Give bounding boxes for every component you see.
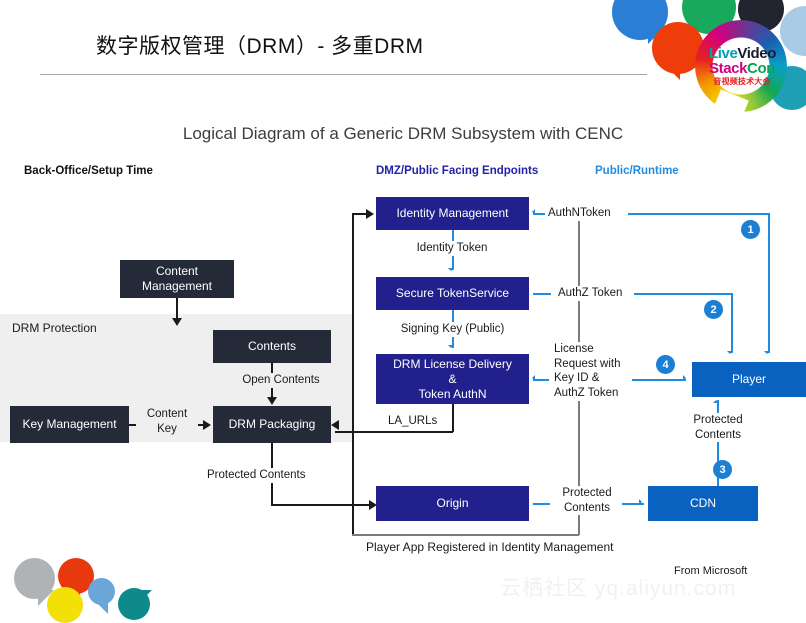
page-title: 数字版权管理（DRM）- 多重DRM xyxy=(96,35,424,58)
edge-registration-spine xyxy=(352,213,354,535)
node-label: Origin xyxy=(436,496,469,510)
node-label: Identity Management xyxy=(396,206,509,220)
decor-bubble-lightblue-bottom xyxy=(88,578,115,614)
edge-arrow-license-right xyxy=(683,375,689,381)
logo-text: LiveVideo StackCon 音视频技术大会 xyxy=(709,46,776,86)
bubble-tail xyxy=(92,598,108,614)
logo-con: Con xyxy=(747,60,775,78)
diagram-title: Logical Diagram of a Generic DRM Subsyst… xyxy=(182,124,624,143)
column-header-backoffice: Back-Office/Setup Time xyxy=(24,165,153,177)
node-label: Contents xyxy=(247,339,297,353)
edge-arrow-authz-down xyxy=(727,351,733,357)
edge-authz-right-seg xyxy=(634,293,732,295)
node-label: Content Management xyxy=(141,264,213,293)
node-contents[interactable]: Contents xyxy=(213,330,331,363)
logo-line-1: LiveVideo xyxy=(709,46,776,61)
edge-label-signing-key: Signing Key (Public) xyxy=(374,322,531,337)
edge-arrow-cdn-right xyxy=(639,499,645,505)
node-drm-license-delivery[interactable]: DRM License Delivery & Token AuthN xyxy=(376,354,529,404)
edge-registration-bottom xyxy=(352,534,579,536)
edge-license-left-seg xyxy=(533,379,549,381)
node-key-management[interactable]: Key Management xyxy=(10,406,129,443)
edge-label-la-urls: LA_URLs xyxy=(388,414,438,429)
node-label-line1: DRM License Delivery xyxy=(393,356,512,371)
edge-label-protected-contents-left: Protected Contents xyxy=(207,468,306,483)
decor-bubble-yellow-bottom xyxy=(47,587,83,623)
slide-canvas: 数字版权管理（DRM）- 多重DRM LiveVideo StackCon 音视… xyxy=(0,0,806,623)
edge-origin-in xyxy=(352,504,371,506)
node-identity-management[interactable]: Identity Management xyxy=(376,197,529,230)
edge-arrow-cm-down xyxy=(172,318,182,326)
node-label: Player xyxy=(731,372,766,386)
node-label: CDN xyxy=(690,496,716,510)
edge-arrow-license-left xyxy=(529,375,535,381)
edge-arrow-packaging-left xyxy=(331,420,339,430)
edge-label-identity-token: Identity Token xyxy=(392,241,512,256)
bubble-tail xyxy=(664,64,680,80)
node-cdn[interactable]: CDN xyxy=(648,486,758,521)
edge-label-authz-token: AuthZ Token xyxy=(558,286,623,301)
edge-label-open-contents: Open Contents xyxy=(225,373,337,388)
edge-arrow-km-right xyxy=(203,420,211,430)
edge-arrow-contents-down xyxy=(267,397,277,405)
edge-label-protected-contents-cdn: Protected Contents xyxy=(550,486,624,516)
edge-label-content-key: Content Key xyxy=(136,407,198,437)
node-label: DRM Packaging xyxy=(228,417,316,431)
edge-authz-down xyxy=(731,293,733,353)
column-header-dmz: DMZ/Public Facing Endpoints xyxy=(376,165,539,177)
edge-arrow-authn-down xyxy=(764,351,770,357)
drm-protection-label: DRM Protection xyxy=(12,321,97,335)
livevideostackcon-logo: LiveVideo StackCon 音视频技术大会 xyxy=(695,20,787,125)
edge-license-right-seg xyxy=(632,379,686,381)
column-header-public: Public/Runtime xyxy=(595,165,679,177)
edge-dld-down xyxy=(452,404,454,432)
diagram-footnote: Player App Registered in Identity Manage… xyxy=(366,540,614,554)
edge-label-authn-token: AuthNToken xyxy=(548,206,611,221)
node-label: Key Management xyxy=(22,417,117,431)
node-label-line2: & xyxy=(448,371,457,386)
edge-authz-left-seg xyxy=(533,293,551,295)
logo-line-2: StackCon xyxy=(709,61,775,76)
title-speech-bubble-icon xyxy=(39,26,79,66)
node-content-management[interactable]: Content Management xyxy=(120,260,234,298)
node-label: Secure TokenService xyxy=(395,286,510,300)
edge-authn-right-seg xyxy=(628,213,769,215)
edge-cm-to-panel xyxy=(176,298,178,320)
edge-arrow-cdn-up xyxy=(713,397,719,403)
edge-label-license-request: License Request with Key ID & AuthZ Toke… xyxy=(554,342,621,401)
logo-stack: Stack xyxy=(709,60,748,78)
edge-arrow-im-down xyxy=(448,268,454,274)
node-origin[interactable]: Origin xyxy=(376,486,529,521)
node-player[interactable]: Player xyxy=(692,362,806,397)
decor-bubble-teal-bottom xyxy=(118,588,152,620)
bubble-ball xyxy=(47,587,83,623)
edge-arrow-sts-down xyxy=(448,345,454,351)
badge-1: 1 xyxy=(741,220,760,239)
edge-arrow-authn-left xyxy=(529,209,535,215)
badge-3: 3 xyxy=(713,460,732,479)
node-label-line3: Token AuthN xyxy=(418,386,487,401)
edge-arrow-identity-in xyxy=(366,209,374,219)
node-drm-packaging[interactable]: DRM Packaging xyxy=(213,406,331,443)
bubble-tail xyxy=(136,590,152,606)
edge-authn-down xyxy=(768,213,770,353)
title-divider xyxy=(40,74,647,75)
badge-2: 2 xyxy=(704,300,723,319)
watermark: 云栖社区 yq.aliyun.com xyxy=(500,577,737,600)
logo-subtitle: 音视频技术大会 xyxy=(713,76,771,86)
edge-label-protected-contents-player: Protected Contents xyxy=(682,413,754,443)
node-secure-token-service[interactable]: Secure TokenService xyxy=(376,277,529,310)
badge-4: 4 xyxy=(656,355,675,374)
